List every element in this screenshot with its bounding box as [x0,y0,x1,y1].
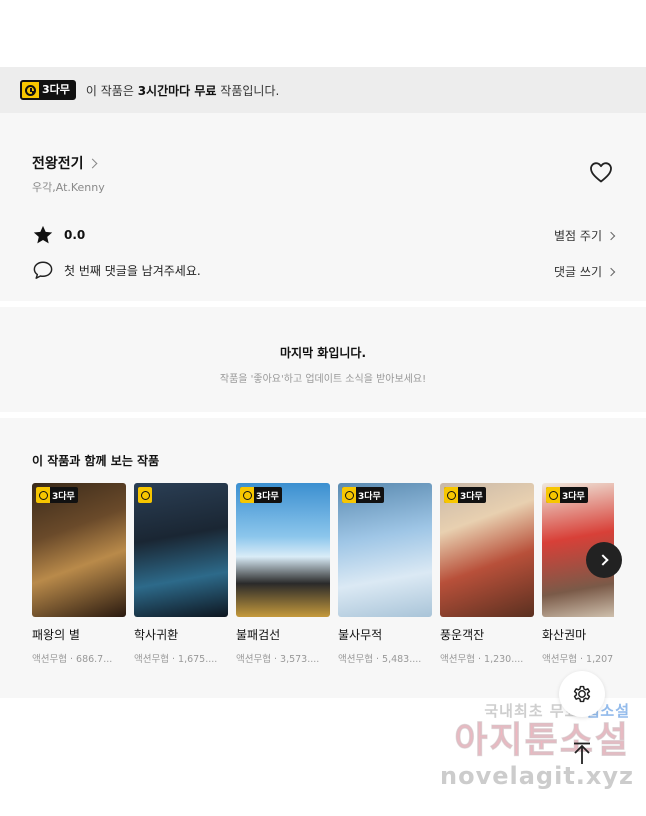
clock-icon [36,487,50,503]
free-banner-text: 이 작품은 3시간마다 무료 작품입니다. [85,83,280,98]
work-title-link[interactable]: 전왕전기 [32,153,97,173]
clock-icon [240,487,254,503]
card-meta: 액션무협 · 3,573.... [236,654,320,665]
clock-icon [22,82,39,98]
cover-image: 3다무 [338,483,432,617]
star-icon [33,225,53,244]
cover-image: 3다무 [236,483,330,617]
card-title: 화산권마 [542,628,587,642]
recommendation-card[interactable]: 3다무 불사무적 액션무협 · 5,483.... [338,483,432,665]
cover-image [134,483,228,617]
watermark: 국내최초 무료 웹소설 아지툰소설 novelagit.xyz [440,702,635,790]
clock-icon [444,487,458,503]
card-meta: 액션무협 · 1,230.... [440,654,524,665]
chevron-right-icon [596,554,609,566]
viewer-end-page: 3다무 이 작품은 3시간마다 무료 작품입니다. 전왕전기 우각,At.Ken… [0,0,646,816]
card-meta: 액션무협 · 1,675.... [134,654,218,665]
work-title: 전왕전기 [32,156,84,172]
free-badge: 3다무 [342,487,384,503]
work-author: 우각,At.Kenny [32,181,105,194]
cover-image: 3다무 [440,483,534,617]
clock-icon [342,487,356,503]
heart-icon[interactable] [589,161,613,183]
free-badge: 3다무 [546,487,588,503]
card-meta: 액션무협 · 1,207 [542,654,614,665]
free-badge: 3다무 [240,487,282,503]
recommendation-card[interactable]: 3다무 불패검선 액션무협 · 3,573.... [236,483,330,665]
rate-button[interactable]: 별점 주기 [554,227,616,244]
carousel-next-button[interactable] [586,542,622,578]
card-meta: 액션무협 · 686.7... [32,654,113,665]
card-title: 불사무적 [338,628,383,642]
free-badge: 3다무 [36,487,78,503]
chevron-right-icon [606,267,616,276]
card-title: 패왕의 별 [32,628,80,642]
last-episode-title: 마지막 화입니다. [279,346,367,360]
recommendations: 이 작품과 함께 보는 작품 3다무 패왕의 별 액션무협 · 686.7...… [0,418,646,698]
work-info: 전왕전기 우각,At.Kenny 0.0 별점 주기 첫 번째 댓글을 남겨주세… [0,113,646,301]
recommendation-card[interactable]: 3다무 풍운객잔 액션무협 · 1,230.... [440,483,534,665]
last-episode-subtitle: 작품을 '좋아요'하고 업데이트 소식을 받아보세요! [219,374,427,385]
rating-value: 0.0 [64,228,86,242]
comment-prompt: 첫 번째 댓글을 남겨주세요. [32,260,201,280]
recommendation-card[interactable]: 학사귀환 액션무협 · 1,675.... [134,483,228,665]
free-badge [138,487,152,503]
speech-bubble-icon [33,261,53,279]
cover-image: 3다무 [32,483,126,617]
write-comment-button[interactable]: 댓글 쓰기 [554,263,616,280]
clock-icon [138,487,152,503]
free-banner: 3다무 이 작품은 3시간마다 무료 작품입니다. [0,67,646,113]
card-title: 학사귀환 [134,628,179,642]
gear-icon [573,685,591,703]
settings-button[interactable] [559,671,605,717]
card-title: 불패검선 [236,628,281,642]
chevron-right-icon [606,231,616,240]
free-badge: 3다무 [20,80,76,100]
rating: 0.0 [32,224,85,246]
recommendations-heading: 이 작품과 함께 보는 작품 [32,454,160,468]
arrow-up-icon [574,742,590,764]
card-meta: 액션무협 · 5,483.... [338,654,422,665]
clock-icon [546,487,560,503]
comment-prompt-text: 첫 번째 댓글을 남겨주세요. [64,263,201,278]
last-episode-notice: 마지막 화입니다. 작품을 '좋아요'하고 업데이트 소식을 받아보세요! [0,307,646,412]
free-badge-label: 3다무 [42,83,70,96]
free-badge: 3다무 [444,487,486,503]
chevron-right-icon [87,158,97,168]
recommendation-card[interactable]: 3다무 패왕의 별 액션무협 · 686.7... [32,483,126,665]
scroll-top-button[interactable] [568,740,596,768]
card-title: 풍운객잔 [440,628,485,642]
recommendation-carousel: 3다무 패왕의 별 액션무협 · 686.7... 학사귀환 액션무협 · 1,… [32,483,614,683]
